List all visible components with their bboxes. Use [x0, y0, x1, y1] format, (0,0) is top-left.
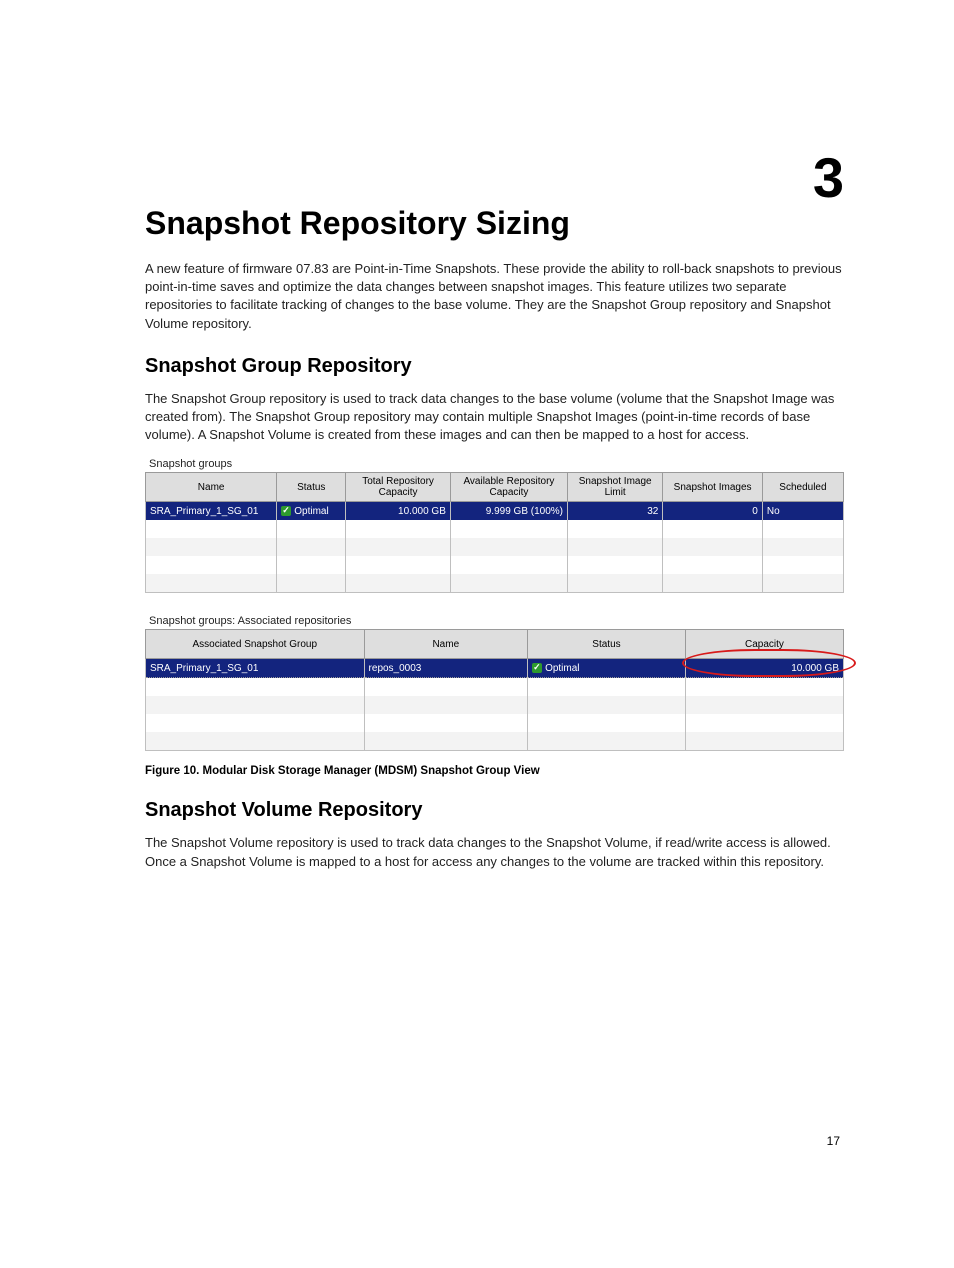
col-status: Status — [277, 473, 346, 502]
table-row[interactable]: SRA_Primary_1_SG_01 repos_0003 Optimal 1… — [146, 659, 844, 678]
col-scheduled: Scheduled — [762, 473, 843, 502]
section2-paragraph: The Snapshot Volume repository is used t… — [145, 834, 844, 870]
cell-status: Optimal — [277, 502, 346, 521]
col-images: Snapshot Images — [663, 473, 763, 502]
table-row[interactable]: SRA_Primary_1_SG_01 Optimal 10.000 GB 9.… — [146, 502, 844, 521]
col-assoc-group: Associated Snapshot Group — [146, 630, 365, 659]
checkmark-icon — [532, 663, 542, 673]
associated-repos-table: Associated Snapshot Group Name Status Ca… — [145, 629, 844, 751]
cell-scheduled: No — [762, 502, 843, 521]
col-available-capacity: Available Repository Capacity — [450, 473, 567, 502]
col-image-limit: Snapshot Image Limit — [568, 473, 663, 502]
cell-status2: Optimal — [528, 659, 686, 678]
page-title: Snapshot Repository Sizing — [145, 205, 844, 242]
section-heading-volume-repo: Snapshot Volume Repository — [145, 799, 844, 822]
table1-label: Snapshot groups — [149, 458, 844, 470]
cell-capacity: 10.000 GB — [685, 659, 843, 678]
table-row — [146, 538, 844, 556]
table-row — [146, 520, 844, 538]
cell-name: SRA_Primary_1_SG_01 — [146, 502, 277, 521]
col-total-capacity: Total Repository Capacity — [346, 473, 451, 502]
cell-total: 10.000 GB — [346, 502, 451, 521]
col-status2: Status — [528, 630, 686, 659]
table-row — [146, 732, 844, 751]
cell-status2-text: Optimal — [545, 663, 579, 674]
cell-status-text: Optimal — [294, 506, 328, 517]
chapter-number: 3 — [813, 150, 844, 206]
page-number: 17 — [827, 1134, 840, 1148]
cell-name2: repos_0003 — [364, 659, 528, 678]
table-row — [146, 556, 844, 574]
table-row — [146, 678, 844, 697]
col-name2: Name — [364, 630, 528, 659]
section-heading-group-repo: Snapshot Group Repository — [145, 355, 844, 378]
table2-label: Snapshot groups: Associated repositories — [149, 615, 844, 627]
snapshot-groups-table: Name Status Total Repository Capacity Av… — [145, 472, 844, 593]
table-row — [146, 714, 844, 732]
cell-images: 0 — [663, 502, 763, 521]
intro-paragraph: A new feature of firmware 07.83 are Poin… — [145, 260, 844, 333]
figure-caption: Figure 10. Modular Disk Storage Manager … — [145, 765, 844, 777]
figure-snapshot-groups: Snapshot groups Name Status Total Reposi… — [145, 458, 844, 751]
table-row — [146, 696, 844, 714]
checkmark-icon — [281, 506, 291, 516]
cell-available: 9.999 GB (100%) — [450, 502, 567, 521]
section1-paragraph: The Snapshot Group repository is used to… — [145, 390, 844, 445]
table-row — [146, 574, 844, 593]
col-capacity: Capacity — [685, 630, 843, 659]
cell-limit: 32 — [568, 502, 663, 521]
cell-group: SRA_Primary_1_SG_01 — [146, 659, 365, 678]
col-name: Name — [146, 473, 277, 502]
